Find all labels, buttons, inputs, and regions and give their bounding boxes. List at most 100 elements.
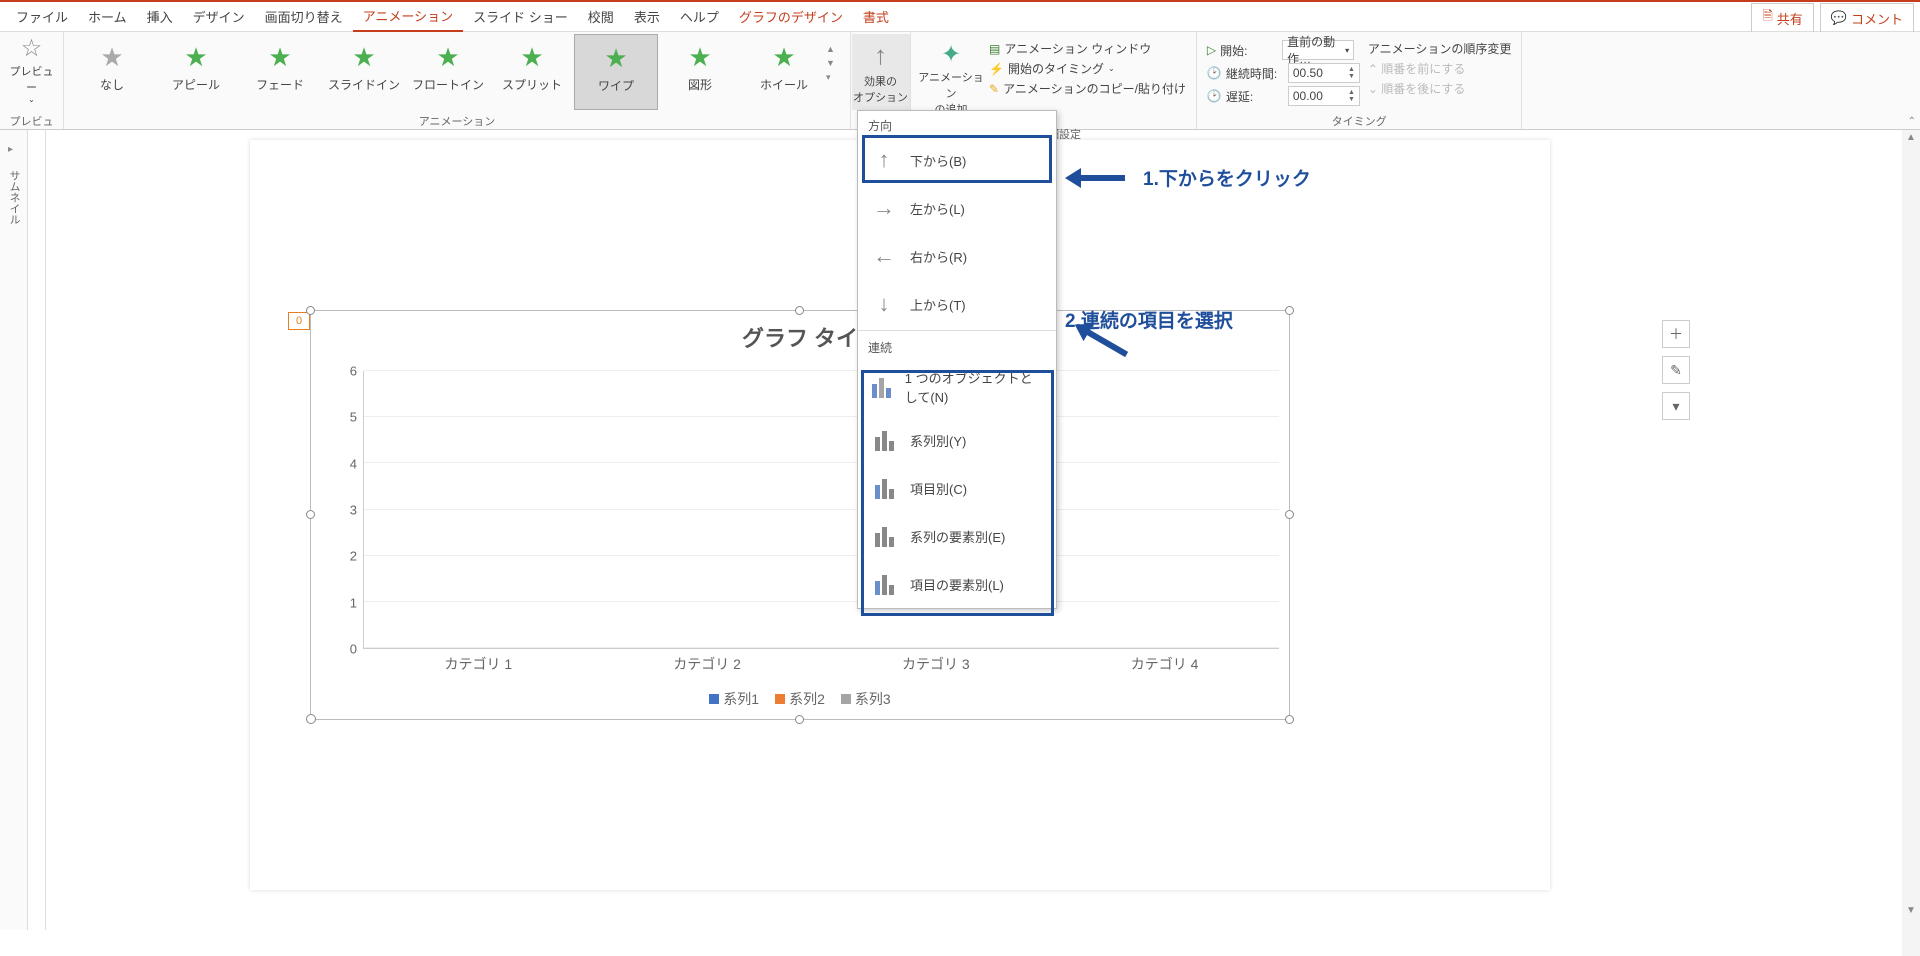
resize-handle[interactable] — [795, 306, 804, 315]
chart-legend: 系列1系列2系列3 — [311, 689, 1289, 709]
vertical-scrollbar[interactable]: ▲ ▼ — [1902, 130, 1920, 956]
direction-from-right[interactable]: ←右から(R) — [858, 232, 1056, 280]
resize-handle[interactable] — [306, 714, 316, 724]
star-icon: ★ — [575, 43, 657, 73]
anim-shape[interactable]: ★図形 — [658, 34, 742, 110]
chevron-up-icon: ⌃ — [1368, 62, 1381, 76]
bars-icon — [870, 373, 893, 401]
category-label: カテゴリ 2 — [629, 654, 785, 674]
tab-design[interactable]: デザイン — [183, 2, 255, 31]
delay-input[interactable]: 00.00▲▼ — [1288, 86, 1360, 106]
direction-from-bottom[interactable]: ↑下から(B) — [858, 136, 1056, 184]
resize-handle[interactable] — [306, 306, 315, 315]
thumbnails-label: サムネイル — [6, 170, 22, 225]
animation-pane-button[interactable]: ▤アニメーション ウィンドウ — [989, 40, 1186, 57]
expand-thumbnails-button[interactable]: ▸ — [8, 144, 13, 155]
play-icon: ▷ — [1207, 43, 1216, 57]
anim-slidein[interactable]: ★スライドイン — [322, 34, 406, 110]
animation-order-tag[interactable]: 0 — [288, 312, 310, 330]
anim-fade[interactable]: ★フェード — [238, 34, 322, 110]
anim-wheel[interactable]: ★ホイール — [742, 34, 826, 110]
share-button[interactable]: 🗎共有 — [1751, 3, 1813, 33]
sequence-by-series[interactable]: 系列別(Y) — [858, 416, 1056, 464]
chevron-up-icon[interactable]: ▲ — [826, 44, 844, 54]
bars-icon — [870, 426, 898, 454]
effect-options-button[interactable]: ↑ 効果の オプション — [852, 34, 910, 110]
anim-wipe[interactable]: ★ワイプ — [574, 34, 658, 110]
star-icon: ★ — [322, 42, 406, 72]
anim-none[interactable]: ★なし — [70, 34, 154, 110]
reorder-title: アニメーションの順序変更 — [1368, 40, 1512, 57]
chart-elements-button[interactable]: ＋ — [1662, 320, 1690, 348]
resize-handle[interactable] — [1285, 510, 1294, 519]
resize-handle[interactable] — [1285, 715, 1294, 724]
preview-button[interactable]: ☆ プレビュー ⌄ — [7, 34, 57, 104]
chart-filters-button[interactable]: ▾ — [1662, 392, 1690, 420]
tab-file[interactable]: ファイル — [6, 2, 78, 31]
sequence-by-series-elem[interactable]: 系列の要素別(E) — [858, 512, 1056, 560]
duration-label: 継続時間: — [1226, 65, 1284, 82]
resize-handle[interactable] — [306, 510, 315, 519]
direction-from-left[interactable]: →左から(L) — [858, 184, 1056, 232]
sequence-by-category[interactable]: 項目別(C) — [858, 464, 1056, 512]
y-tick: 4 — [350, 456, 357, 471]
category-label: カテゴリ 4 — [1087, 654, 1243, 674]
resize-handle[interactable] — [1285, 306, 1294, 315]
tab-insert[interactable]: 挿入 — [137, 2, 183, 31]
y-tick: 0 — [350, 642, 357, 657]
trigger-button[interactable]: ⚡開始のタイミング⌄ — [989, 60, 1186, 77]
animation-painter-button[interactable]: ✎アニメーションのコピー/貼り付け — [989, 80, 1186, 97]
start-label: 開始: — [1220, 42, 1278, 59]
anim-floatin[interactable]: ★フロートイン — [406, 34, 490, 110]
arrow-up-icon: ↑ — [852, 40, 910, 71]
sequence-by-category-elem[interactable]: 項目の要素別(L) — [858, 560, 1056, 608]
star-icon: ★ — [238, 42, 322, 72]
chevron-down-icon[interactable]: ▼ — [826, 58, 844, 68]
brush-icon: ✎ — [1670, 362, 1682, 379]
more-icon[interactable]: ▾ — [826, 72, 844, 83]
effect-options-dropdown: 方向 ↑下から(B) →左から(L) ←右から(R) ↓上から(T) 連続 1 … — [857, 110, 1057, 609]
duration-input[interactable]: 00.50▲▼ — [1288, 63, 1360, 83]
tab-transitions[interactable]: 画面切り替え — [255, 2, 353, 31]
star-icon: ★ — [658, 42, 742, 72]
tab-help[interactable]: ヘルプ — [670, 2, 729, 31]
comment-button[interactable]: 💬コメント — [1820, 3, 1914, 33]
animation-gallery: ★なし ★アピール ★フェード ★スライドイン ★フロートイン ★スプリット ★… — [70, 34, 826, 110]
plus-icon: ＋ — [1669, 324, 1683, 344]
tab-animations[interactable]: アニメーション — [353, 1, 463, 32]
y-tick: 6 — [350, 364, 357, 379]
category-label: カテゴリ 3 — [858, 654, 1014, 674]
preview-group-label: プレビュー — [6, 113, 57, 129]
bars-icon — [870, 474, 898, 502]
clock-icon: 🕑 — [1207, 89, 1222, 103]
anim-appear[interactable]: ★アピール — [154, 34, 238, 110]
y-tick: 3 — [350, 503, 357, 518]
tab-review[interactable]: 校閲 — [578, 2, 624, 31]
gallery-scroll[interactable]: ▲ ▼ ▾ — [826, 34, 844, 83]
legend-item: 系列2 — [775, 689, 825, 709]
start-dropdown[interactable]: 直前の動作…▾ — [1282, 40, 1354, 60]
sequence-section-label: 連続 — [858, 333, 1056, 358]
sequence-one-object[interactable]: 1 つのオブジェクトとして(N) — [858, 358, 1056, 416]
arrow-right-icon: → — [870, 194, 898, 222]
collapse-ribbon-button[interactable]: ⌃ — [1908, 116, 1916, 127]
anim-split[interactable]: ★スプリット — [490, 34, 574, 110]
share-icon: 🗎 — [1762, 7, 1772, 29]
tab-slideshow[interactable]: スライド ショー — [463, 2, 578, 31]
arrow-up-icon: ↑ — [870, 146, 898, 174]
timing-group-label: タイミング — [1332, 113, 1387, 129]
funnel-icon: ▾ — [1672, 398, 1679, 415]
tab-format[interactable]: 書式 — [853, 2, 899, 31]
direction-from-top[interactable]: ↓上から(T) — [858, 280, 1056, 328]
chart-plot: 0123456 カテゴリ 1カテゴリ 2カテゴリ 3カテゴリ 4 — [341, 371, 1279, 649]
star-icon: ★ — [406, 42, 490, 72]
tab-home[interactable]: ホーム — [78, 2, 137, 31]
chart-object[interactable]: グラフ タイ 0123456 カテゴリ 1カテゴリ 2カテゴリ 3カテゴリ 4 … — [310, 310, 1290, 720]
tab-chart-design[interactable]: グラフのデザイン — [729, 2, 853, 31]
chart-styles-button[interactable]: ✎ — [1662, 356, 1690, 384]
category-label: カテゴリ 1 — [401, 654, 557, 674]
clock-icon: 🕑 — [1207, 66, 1222, 80]
tab-view[interactable]: 表示 — [624, 2, 670, 31]
resize-handle[interactable] — [795, 715, 804, 724]
delay-label: 遅延: — [1226, 88, 1284, 105]
